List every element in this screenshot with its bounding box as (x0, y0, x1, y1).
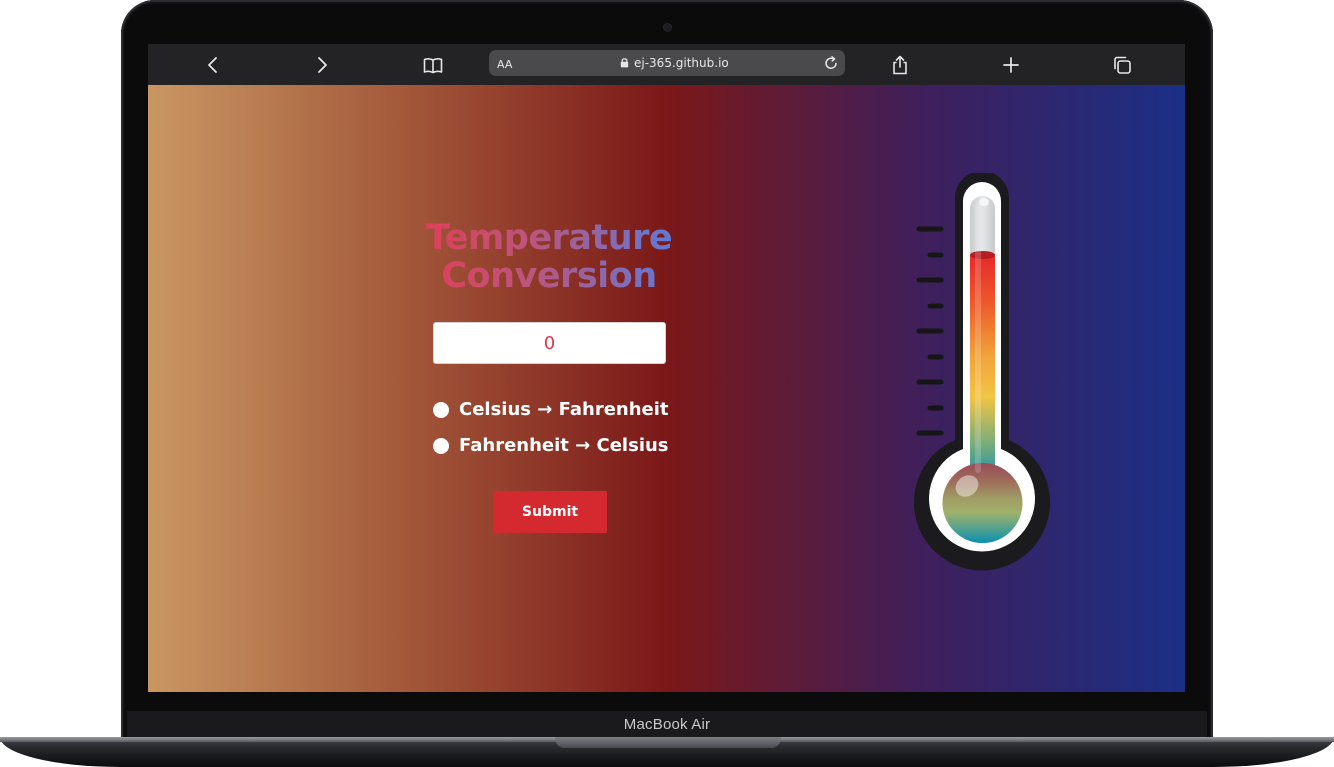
reload-icon[interactable] (823, 55, 839, 71)
text-size-button[interactable]: AA (497, 58, 512, 71)
title-line-2: Conversion (441, 256, 657, 296)
lock-icon (620, 58, 629, 68)
screen: AA ej-365.github.io Temperature Conversi… (148, 44, 1185, 692)
thermometer-icon (912, 173, 1054, 573)
share-icon[interactable] (889, 54, 911, 76)
page-content: Temperature Conversion Celsius → Fahrenh… (148, 85, 1185, 692)
laptop-notch (555, 737, 781, 748)
radio-celsius-to-fahrenheit[interactable] (433, 401, 449, 418)
device-model-label: MacBook Air (623, 716, 711, 733)
option-fahrenheit-to-celsius[interactable]: Fahrenheit → Celsius (433, 435, 669, 456)
radio-fahrenheit-to-celsius[interactable] (433, 437, 449, 454)
book-icon[interactable] (422, 54, 444, 76)
option-celsius-to-fahrenheit[interactable]: Celsius → Fahrenheit (433, 399, 669, 420)
address-bar[interactable]: AA ej-365.github.io (489, 50, 845, 76)
submit-button[interactable]: Submit (493, 491, 607, 533)
camera-icon (664, 24, 671, 31)
option-label: Fahrenheit → Celsius (459, 435, 669, 456)
tabs-icon[interactable] (1111, 54, 1133, 76)
page-title: Temperature Conversion (398, 219, 700, 295)
chevron-left-icon[interactable] (202, 54, 224, 76)
plus-icon[interactable] (1000, 54, 1022, 76)
option-label: Celsius → Fahrenheit (459, 399, 669, 420)
temperature-input[interactable] (433, 322, 666, 364)
url-text: ej-365.github.io (634, 56, 729, 70)
chevron-right-icon[interactable] (311, 54, 333, 76)
title-line-1: Temperature (425, 218, 673, 258)
browser-toolbar: AA ej-365.github.io (148, 44, 1185, 85)
